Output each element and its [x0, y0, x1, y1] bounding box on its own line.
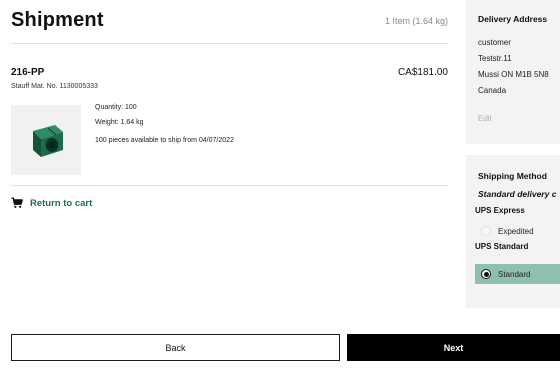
shipping-method-panel: Shipping Method Standard delivery c UPS … — [466, 155, 560, 308]
item-count: 1 Item (1.64 kg) — [384, 16, 448, 26]
shipping-option-standard[interactable]: Standard — [475, 264, 560, 284]
return-to-cart-label: Return to cart — [30, 197, 93, 209]
shipping-option-expedited[interactable]: Expedited — [475, 221, 560, 241]
page-title: Shipment — [11, 9, 104, 31]
radio-selected-icon[interactable] — [481, 269, 491, 279]
shipping-method-subtitle: Standard delivery c — [478, 189, 557, 199]
return-to-cart-link[interactable]: Return to cart — [11, 197, 92, 209]
address-line: Canada — [478, 86, 507, 95]
address-line: Mussi ON M1B 5N8 — [478, 70, 549, 79]
address-line: Teststr.11 — [478, 54, 512, 63]
shipping-option-label: Standard — [498, 269, 531, 279]
cart-icon — [11, 197, 23, 208]
edit-address-link[interactable]: Edit — [478, 114, 492, 123]
product-name: 216-PP — [11, 67, 45, 78]
ups-standard-heading: UPS Standard — [475, 242, 529, 251]
back-button[interactable]: Back — [11, 334, 340, 361]
product-thumbnail — [11, 105, 81, 175]
product-price: CA$181.00 — [397, 67, 448, 78]
product-availability: 100 pieces available to ship from 04/07/… — [95, 137, 234, 144]
radio-unselected-icon[interactable] — [481, 226, 491, 236]
ups-express-heading: UPS Express — [475, 206, 525, 215]
shipping-method-title: Shipping Method — [478, 171, 547, 181]
product-quantity: Quantity: 100 — [95, 104, 137, 111]
address-line: customer — [478, 38, 511, 47]
divider — [11, 185, 448, 186]
product-weight: Weight: 1.64 kg — [95, 119, 144, 126]
shipping-option-label: Expedited — [498, 226, 534, 236]
divider — [11, 43, 448, 44]
delivery-address-panel: Delivery Address customer Teststr.11 Mus… — [466, 0, 560, 144]
product-material-number: Stauff Mat. No. 1130005333 — [11, 83, 98, 90]
delivery-address-title: Delivery Address — [478, 14, 548, 24]
next-button[interactable]: Next — [347, 334, 560, 361]
pipe-clamp-image — [33, 125, 63, 157]
